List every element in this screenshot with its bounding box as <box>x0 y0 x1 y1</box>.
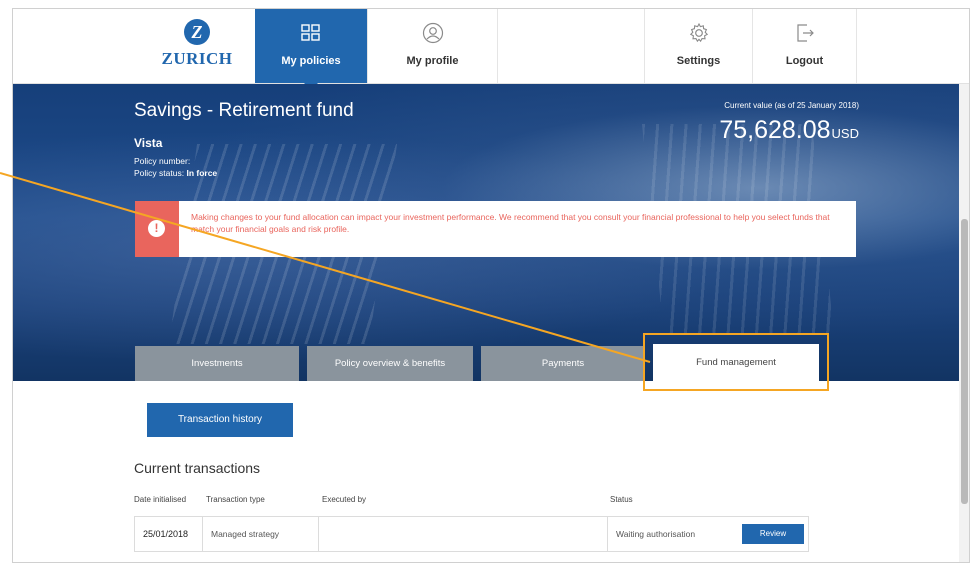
current-value-amount: 75,628.08 <box>719 116 831 144</box>
tab-payments[interactable]: Payments <box>481 346 645 381</box>
nav-my-profile[interactable]: My profile <box>367 9 497 83</box>
grid-icon <box>301 24 320 41</box>
nav-empty-slot <box>497 9 644 83</box>
policy-number: Policy number: <box>134 156 190 166</box>
current-value-label: Current value (as of 25 January 2018) <box>724 101 859 110</box>
column-header-status: Status <box>610 495 633 504</box>
app-window: Z ZURICH My policies My profile Settings… <box>12 8 970 563</box>
cell-date: 25/01/2018 <box>135 517 203 551</box>
transaction-history-button[interactable]: Transaction history <box>147 403 293 437</box>
policy-status: Policy status: In force <box>134 168 217 178</box>
policy-hero-banner: Savings - Retirement fund Vista Policy n… <box>13 84 969 381</box>
nav-my-profile-label: My profile <box>406 55 459 67</box>
zurich-logo[interactable]: Z ZURICH <box>156 19 238 69</box>
scrollbar-thumb[interactable] <box>961 219 968 504</box>
alert-message: Making changes to your fund allocation c… <box>191 212 830 234</box>
column-header-transaction-type: Transaction type <box>206 495 265 504</box>
table-row: 25/01/2018 Managed strategy Waiting auth… <box>134 516 809 552</box>
nav-my-policies[interactable]: My policies <box>255 9 367 90</box>
fund-allocation-warning: ! Making changes to your fund allocation… <box>135 201 856 257</box>
nav-my-policies-label: My policies <box>281 55 341 67</box>
nav-settings[interactable]: Settings <box>644 9 752 83</box>
nav-logout-label: Logout <box>785 55 824 67</box>
fund-management-content: Transaction history Current transactions… <box>13 381 969 562</box>
cell-executed-by <box>319 517 608 551</box>
exclamation-icon: ! <box>148 220 165 237</box>
top-navigation: Z ZURICH My policies My profile Settings… <box>13 9 969 90</box>
nav-trailing-slot <box>856 9 969 83</box>
tab-fund-management[interactable]: Fund management <box>653 344 819 381</box>
policy-name: Vista <box>134 136 163 150</box>
current-transactions-title: Current transactions <box>134 460 261 476</box>
column-header-date-initialised: Date initialised <box>134 495 187 504</box>
nav-settings-label: Settings <box>676 55 721 67</box>
tab-policy-overview-benefits[interactable]: Policy overview & benefits <box>307 346 473 381</box>
column-header-executed-by: Executed by <box>322 495 367 504</box>
cell-status: Waiting authorisation <box>616 529 696 539</box>
policy-status-label: Policy status: <box>134 168 185 178</box>
scrollbar[interactable] <box>959 84 969 562</box>
policy-number-label: Policy number: <box>134 156 191 166</box>
cell-transaction-type: Managed strategy <box>203 517 319 551</box>
current-value-currency: USD <box>831 126 859 141</box>
policy-title: Savings - Retirement fund <box>134 100 354 121</box>
review-button[interactable]: Review <box>742 524 804 544</box>
zurich-logo-mark: Z <box>184 19 210 45</box>
logout-icon <box>796 24 814 42</box>
user-icon <box>422 22 443 44</box>
nav-logout[interactable]: Logout <box>752 9 856 83</box>
policy-status-value: In force <box>186 168 218 178</box>
current-value: 75,628.08USD <box>719 116 859 145</box>
gear-icon <box>689 22 708 43</box>
tab-investments[interactable]: Investments <box>135 346 299 381</box>
alert-stripe: ! <box>135 201 179 257</box>
zurich-logo-text: ZURICH <box>161 49 233 68</box>
